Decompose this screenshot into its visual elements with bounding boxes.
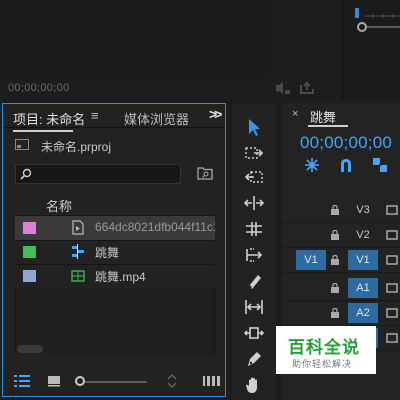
track-header-a2[interactable]: A2 bbox=[282, 301, 400, 326]
source-patch-v1[interactable]: V1 bbox=[296, 250, 326, 270]
project-item-row[interactable]: 跳舞.mp4 bbox=[15, 264, 215, 289]
list-view-icon[interactable] bbox=[14, 375, 30, 387]
linked-selection-icon[interactable] bbox=[372, 157, 388, 173]
tab-sequence[interactable]: 跳舞 bbox=[310, 107, 336, 126]
track-output-icon[interactable] bbox=[386, 282, 400, 294]
project-item-name: 跳舞 bbox=[95, 246, 120, 260]
track-lock-icon[interactable] bbox=[330, 255, 340, 265]
sort-icon[interactable] bbox=[167, 373, 177, 389]
zoom-slider[interactable] bbox=[75, 381, 147, 383]
rolling-edit-icon[interactable] bbox=[244, 219, 264, 239]
slip-icon[interactable] bbox=[244, 297, 264, 317]
track-lock-icon[interactable] bbox=[330, 308, 340, 318]
project-item-row[interactable]: 跳舞 bbox=[15, 240, 215, 265]
project-item-name: 跳舞.mp4 bbox=[95, 270, 146, 284]
watermark-subtitle: 助你轻松解决 bbox=[292, 359, 353, 369]
track-lock-icon[interactable] bbox=[330, 283, 340, 293]
timeline-toolbar bbox=[300, 157, 400, 173]
project-item-name: 664dc8021dfb044f11c1a bbox=[95, 220, 215, 234]
label-color-swatch[interactable] bbox=[23, 246, 36, 258]
list-header: 名称 bbox=[15, 192, 215, 216]
more-panels-icon[interactable]: >> bbox=[209, 106, 222, 122]
track-output-icon[interactable] bbox=[386, 229, 400, 241]
video-clip-icon bbox=[71, 270, 85, 282]
track-header-a1[interactable]: A1 bbox=[282, 276, 400, 301]
track-label[interactable]: V2 bbox=[348, 225, 378, 245]
track-header-v1[interactable]: V1 V1 bbox=[282, 248, 400, 273]
track-lock-icon[interactable] bbox=[330, 205, 340, 215]
track-output-icon[interactable] bbox=[386, 204, 400, 216]
track-lock-icon[interactable] bbox=[330, 230, 340, 240]
track-output-icon[interactable] bbox=[386, 332, 400, 344]
search-icon bbox=[20, 168, 32, 180]
active-tab-indicator bbox=[308, 125, 348, 127]
project-file-row: 未命名.prproj bbox=[3, 132, 225, 158]
track-output-icon[interactable] bbox=[386, 254, 400, 266]
track-label[interactable]: V1 bbox=[348, 250, 378, 270]
monitor-controls bbox=[273, 80, 333, 96]
project-item-row[interactable]: 664dc8021dfb044f11c1a bbox=[15, 216, 215, 241]
hand-icon[interactable] bbox=[244, 375, 264, 395]
tab-media-browser[interactable]: 媒体浏览器 bbox=[124, 109, 189, 128]
source-monitor-mini bbox=[342, 0, 400, 100]
timeline-timecode[interactable]: 00;00;00;00 bbox=[300, 133, 392, 153]
project-file-name: 未命名.prproj bbox=[41, 140, 112, 154]
slide-icon[interactable] bbox=[244, 323, 264, 343]
project-panel: 项目: 未命名 ≡ 媒体浏览器 >> 未命名.prproj 名称 664dc80… bbox=[2, 103, 226, 397]
watermark-logo: 百科全说 助你轻松解决 bbox=[276, 326, 376, 374]
panel-menu-icon[interactable]: ≡ bbox=[91, 108, 99, 123]
project-panel-tabs: 项目: 未命名 ≡ 媒体浏览器 >> bbox=[3, 104, 225, 132]
close-sequence-icon[interactable]: × bbox=[292, 108, 298, 120]
selection-tool-icon[interactable] bbox=[244, 117, 264, 137]
icon-view-icon[interactable] bbox=[47, 375, 61, 387]
new-search-bin-icon[interactable] bbox=[197, 166, 213, 180]
horizontal-scrollbar[interactable] bbox=[17, 345, 43, 353]
track-header-v2[interactable]: V2 bbox=[282, 223, 400, 248]
track-label[interactable]: V3 bbox=[348, 200, 378, 220]
razor-icon[interactable] bbox=[244, 271, 264, 291]
program-monitor-viewer bbox=[0, 0, 270, 78]
tools-panel bbox=[232, 103, 276, 400]
watermark-title: 百科全说 bbox=[288, 338, 360, 357]
project-file-icon bbox=[15, 139, 29, 150]
tab-project[interactable]: 项目: 未命名 bbox=[13, 109, 86, 132]
project-list-empty-area[interactable] bbox=[15, 288, 215, 354]
label-color-swatch[interactable] bbox=[23, 222, 36, 234]
media-file-icon bbox=[72, 220, 84, 235]
search-input[interactable] bbox=[15, 164, 181, 184]
tab-project-label: 项目: 未命名 bbox=[13, 112, 86, 127]
snap-icon[interactable] bbox=[338, 157, 354, 173]
nest-icon[interactable] bbox=[304, 157, 320, 173]
track-label[interactable]: A1 bbox=[348, 278, 378, 298]
program-timecode[interactable]: 00;00;00;00 bbox=[8, 82, 69, 94]
monitor-button-icons[interactable] bbox=[273, 80, 333, 96]
rate-stretch-icon[interactable] bbox=[244, 245, 264, 265]
playhead-ruler[interactable] bbox=[343, 0, 400, 100]
pen-icon[interactable] bbox=[244, 349, 264, 369]
track-header-v3[interactable]: V3 bbox=[282, 198, 400, 223]
track-label[interactable]: A2 bbox=[348, 303, 378, 323]
sequence-icon bbox=[72, 244, 84, 259]
ripple-edit-icon[interactable] bbox=[244, 193, 264, 213]
project-panel-footer bbox=[3, 370, 225, 396]
track-select-backward-icon[interactable] bbox=[244, 167, 264, 187]
label-color-swatch[interactable] bbox=[23, 270, 36, 282]
zoom-slider-handle[interactable] bbox=[75, 376, 85, 386]
track-output-icon[interactable] bbox=[386, 307, 400, 319]
column-header-name[interactable]: 名称 bbox=[46, 196, 72, 215]
panel-options-icon[interactable] bbox=[203, 376, 221, 386]
track-select-forward-icon[interactable] bbox=[244, 143, 264, 163]
